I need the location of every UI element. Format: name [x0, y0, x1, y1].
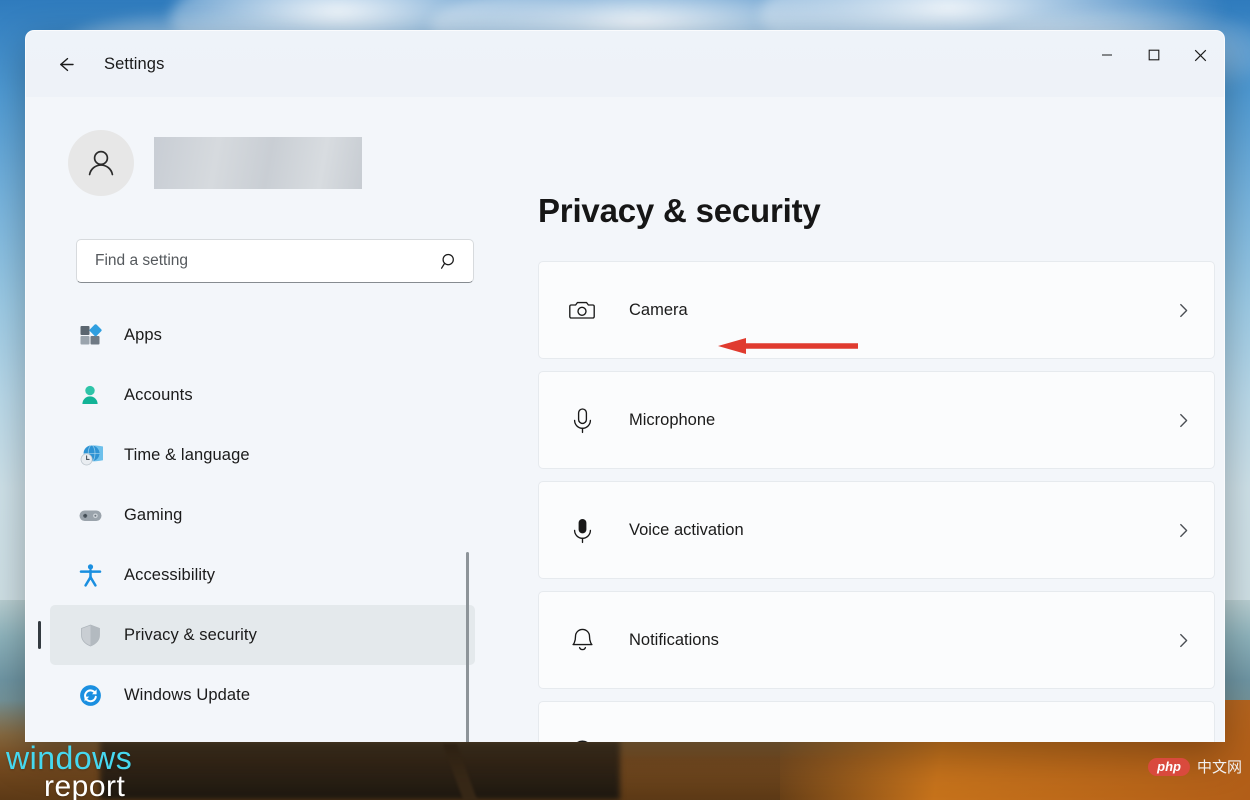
sidebar-item-label: Gaming: [124, 505, 183, 524]
window-title: Settings: [104, 54, 165, 73]
back-button[interactable]: [48, 47, 82, 81]
sidebar-item-apps[interactable]: Apps: [50, 305, 475, 365]
shield-icon: [77, 622, 103, 648]
accounts-icon: [77, 382, 103, 408]
avatar: [68, 130, 134, 196]
minimize-icon: [1101, 54, 1112, 56]
setting-card-microphone[interactable]: Microphone: [538, 371, 1215, 469]
sidebar-item-accessibility[interactable]: Accessibility: [50, 545, 475, 605]
setting-card-camera[interactable]: Camera: [538, 261, 1215, 359]
sidebar-item-label: Apps: [124, 325, 163, 344]
profile-section[interactable]: [26, 97, 501, 196]
person-avatar-icon: [88, 150, 114, 176]
maximize-icon: [1148, 49, 1159, 61]
sidebar-item-gaming[interactable]: Gaming: [50, 485, 475, 545]
chevron-right-icon: [1175, 632, 1192, 649]
chevron-right-icon: [1175, 742, 1192, 743]
bell-icon: [567, 625, 597, 655]
sidebar-item-label: Privacy & security: [124, 625, 257, 644]
sidebar-item-label: Accessibility: [124, 565, 216, 584]
setting-card-label: Motion: [629, 741, 1175, 743]
sidebar-item-label: Accounts: [124, 385, 193, 404]
voice-activation-icon: [567, 515, 597, 545]
close-button[interactable]: [1177, 31, 1224, 79]
setting-card-motion[interactable]: Motion: [538, 701, 1215, 742]
settings-window: Settings Find a setting Apps Accounts Ti…: [25, 30, 1225, 742]
main-panel: Privacy & security Camera Microphone Voi…: [501, 97, 1224, 742]
sidebar-item-label: Time & language: [124, 445, 250, 464]
accessibility-icon: [77, 562, 103, 588]
sidebar-scrollbar[interactable]: [466, 552, 469, 742]
setting-card-label: Voice activation: [629, 520, 744, 539]
sidebar-item-windows-update[interactable]: Windows Update: [50, 665, 475, 725]
search-input[interactable]: Find a setting: [76, 239, 474, 283]
close-icon: [1194, 49, 1207, 61]
time-language-icon: [77, 442, 103, 468]
search-icon: [440, 253, 454, 269]
setting-card-notifications[interactable]: Notifications: [538, 591, 1215, 689]
gaming-icon: [77, 502, 103, 528]
setting-card-label: Notifications: [629, 630, 719, 649]
camera-icon: [567, 295, 597, 325]
chevron-right-icon: [1175, 522, 1192, 539]
sidebar: Find a setting Apps Accounts Time & lang…: [26, 97, 501, 742]
chevron-right-icon: [1175, 302, 1192, 319]
setting-card-label: Microphone: [629, 410, 716, 429]
setting-card-voice-activation[interactable]: Voice activation: [538, 481, 1215, 579]
maximize-button[interactable]: [1130, 31, 1177, 79]
window-body: Find a setting Apps Accounts Time & lang…: [26, 97, 1224, 742]
sidebar-nav-list: Apps Accounts Time & language Gaming Acc…: [26, 305, 501, 725]
page-title: Privacy & security: [538, 192, 821, 229]
setting-card-label: Camera: [629, 300, 688, 319]
wallpaper-bird: [370, 744, 550, 800]
motion-icon: [567, 735, 597, 742]
microphone-icon: [567, 405, 597, 435]
back-arrow-icon: [59, 57, 74, 71]
window-titlebar: Settings: [26, 31, 1224, 97]
apps-icon: [77, 322, 103, 348]
account-name-redacted: [154, 137, 362, 189]
sidebar-item-privacy-security[interactable]: Privacy & security: [38, 605, 475, 665]
sidebar-item-label: Windows Update: [124, 685, 251, 704]
sidebar-item-time-language[interactable]: Time & language: [50, 425, 475, 485]
chevron-right-icon: [1175, 412, 1192, 429]
settings-card-list: Camera Microphone Voice activation Notif…: [538, 261, 1224, 742]
window-controls: [1083, 31, 1224, 79]
sidebar-item-accounts[interactable]: Accounts: [50, 365, 475, 425]
search-input-placeholder: Find a setting: [95, 252, 189, 269]
minimize-button[interactable]: [1083, 31, 1130, 79]
windows-update-icon: [77, 682, 103, 708]
